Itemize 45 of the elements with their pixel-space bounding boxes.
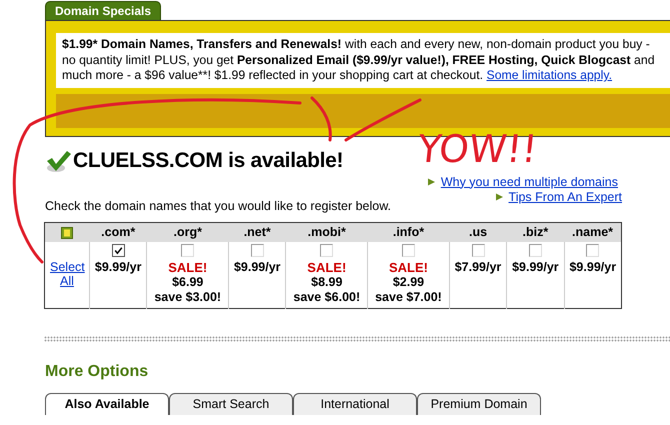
price-text: $7.99/yr: [454, 260, 502, 274]
column-header: .org*: [146, 222, 229, 242]
price-text: $6.99: [171, 274, 204, 290]
bullet-icon: [428, 178, 435, 186]
savings-text: save $6.00!: [292, 290, 362, 304]
instruction-text: Check the domain names that you would like to register below.: [45, 198, 392, 212]
price-text: $9.99/yr: [568, 260, 618, 274]
sale-label: SALE!: [388, 260, 429, 274]
option-tab[interactable]: Premium Domain: [417, 392, 541, 414]
section-heading: More Options: [45, 362, 150, 380]
handwritten-note: YOW!!: [416, 126, 540, 170]
limitations-link[interactable]: Some limitations apply.: [486, 68, 612, 82]
column-header: .info*: [368, 222, 450, 242]
bullet-icon: [496, 192, 503, 200]
price-text: $9.99/yr: [232, 260, 282, 274]
domain-checkbox[interactable]: [528, 244, 542, 256]
domain-checkbox[interactable]: [250, 244, 264, 256]
column-header: .mobi*: [286, 222, 368, 242]
help-link[interactable]: Tips From An Expert: [508, 190, 622, 204]
option-tab[interactable]: Also Available: [45, 392, 169, 414]
sale-label: SALE!: [306, 260, 348, 274]
price-text: $9.99/yr: [94, 260, 142, 274]
savings-text: save $7.00!: [374, 290, 443, 304]
promo-text: $1.99* Domain Names, Transfers and Renewals! with each and every new, non-domain product you buy - no quantity limit! PLUS, you get Personalized Email ($9.99/yr value!), FREE Hosting, Quick Blogcast and much more - a $96 value**! $1.99 reflected in your shopping cart at checkout. Some limitations apply.: [62, 37, 656, 84]
domain-checkbox[interactable]: [402, 244, 415, 256]
price-text: $9.99/yr: [511, 260, 560, 274]
column-header: .biz*: [506, 222, 564, 242]
column-header: .us: [449, 222, 507, 242]
domain-checkbox[interactable]: [586, 244, 600, 256]
domain-checkbox[interactable]: [320, 244, 334, 256]
price-text: $2.99: [392, 274, 426, 290]
savings-text: save $3.00!: [153, 290, 222, 304]
column-header: .name*: [564, 222, 622, 242]
domain-checkbox[interactable]: [181, 244, 194, 256]
domain-checkbox[interactable]: [472, 244, 484, 256]
option-tab[interactable]: Smart Search: [169, 392, 293, 414]
price-text: $8.99: [310, 274, 344, 290]
sale-label: SALE!: [167, 260, 208, 274]
help-link[interactable]: Why you need multiple domains: [440, 174, 618, 188]
availability-heading: CLUELSS.COM is available!: [73, 148, 344, 172]
option-tab[interactable]: International: [293, 392, 417, 414]
domain-checkbox[interactable]: [112, 244, 125, 256]
select-all-link[interactable]: Select All: [50, 260, 84, 288]
column-header: .net*: [228, 222, 286, 242]
column-header: .com*: [90, 222, 147, 242]
